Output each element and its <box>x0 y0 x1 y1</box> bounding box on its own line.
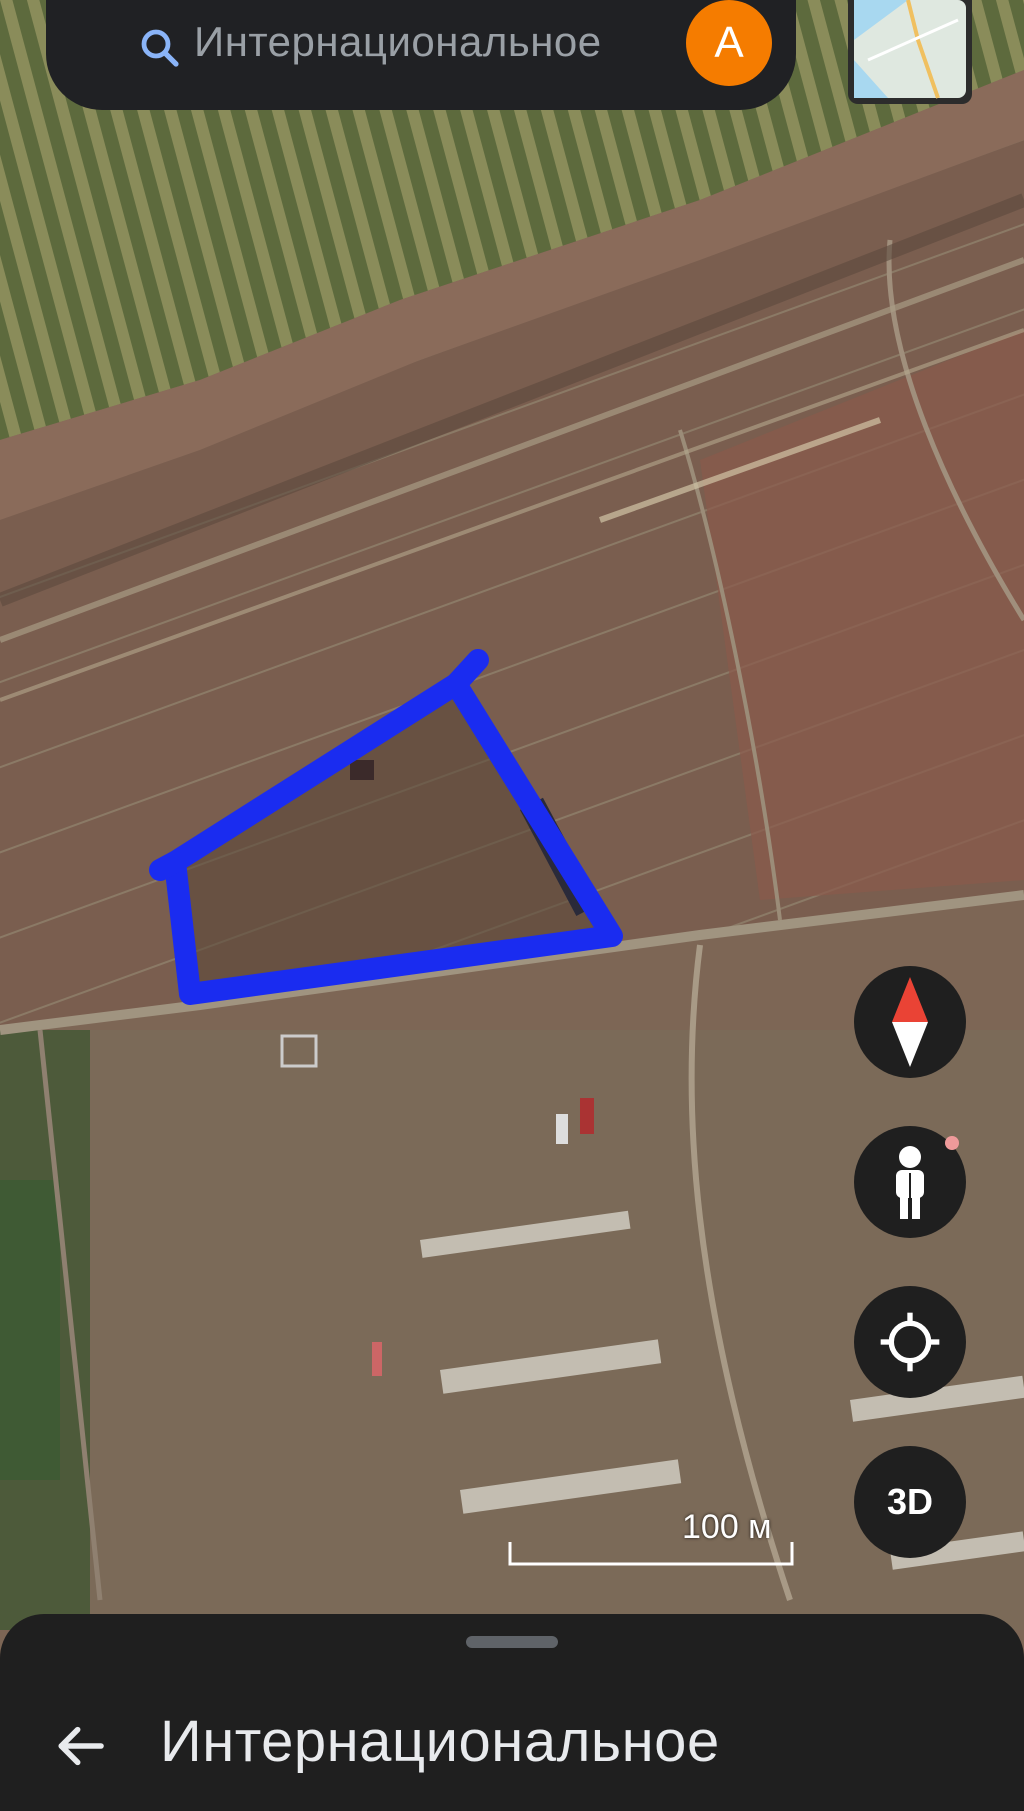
street-view-pegman-icon <box>896 1146 924 1219</box>
map-thumbnail-icon <box>854 0 966 99</box>
compass-icon <box>892 977 928 1067</box>
account-avatar[interactable]: A <box>686 0 772 86</box>
place-bottom-sheet[interactable]: Интернациональное <box>0 1614 1024 1811</box>
notification-dot <box>945 1136 959 1150</box>
layers-minimap-button[interactable] <box>848 0 972 104</box>
search-query-text[interactable]: Интернациональное <box>194 18 602 66</box>
search-icon[interactable] <box>136 24 184 72</box>
arrow-back-icon[interactable] <box>52 1718 108 1774</box>
search-bar[interactable]: Интернациональное <box>46 0 796 110</box>
place-title: Интернациональное <box>160 1709 720 1774</box>
map-scale-bar <box>508 1542 794 1566</box>
my-location-icon <box>880 1312 940 1372</box>
compass-button[interactable] <box>854 966 966 1078</box>
3d-toggle-button[interactable]: 3D <box>854 1446 966 1558</box>
my-location-button[interactable] <box>854 1286 966 1398</box>
sheet-drag-handle[interactable] <box>466 1636 558 1648</box>
